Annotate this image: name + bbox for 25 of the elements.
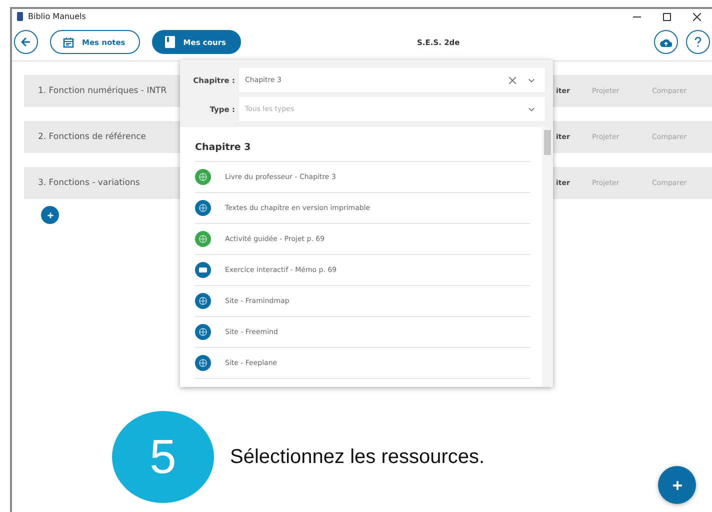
chapter-title: 1. Fonction numériques - INTR xyxy=(38,86,167,96)
help-icon xyxy=(694,37,702,47)
plus-icon xyxy=(46,212,54,218)
book-icon xyxy=(17,12,23,21)
chevron-down-icon[interactable] xyxy=(528,106,535,112)
close-icon xyxy=(693,12,701,20)
maximize-icon xyxy=(663,12,671,20)
instruction-text: Sélectionnez les ressources. xyxy=(230,446,485,468)
chevron-down-icon[interactable] xyxy=(528,78,535,82)
back-button[interactable] xyxy=(14,30,38,54)
clear-icon[interactable] xyxy=(509,76,516,84)
chapter-heading: Chapitre 3 xyxy=(195,127,530,162)
add-button[interactable] xyxy=(658,466,696,504)
cloud-upload-icon xyxy=(660,38,672,46)
plus-icon xyxy=(672,480,682,490)
window-title: Biblio Manuels xyxy=(28,12,86,21)
chapter-title: 3. Fonctions - variations xyxy=(38,178,140,188)
help-button[interactable] xyxy=(686,30,710,54)
step-number: 5 xyxy=(112,411,214,503)
cloud-upload-button[interactable] xyxy=(654,30,678,54)
chapter-title: 2. Fonctions de référence xyxy=(38,132,146,142)
calendar-icon xyxy=(63,36,74,48)
book-icon xyxy=(165,36,176,48)
arrow-left-icon xyxy=(20,36,32,48)
add-button[interactable] xyxy=(41,206,59,224)
